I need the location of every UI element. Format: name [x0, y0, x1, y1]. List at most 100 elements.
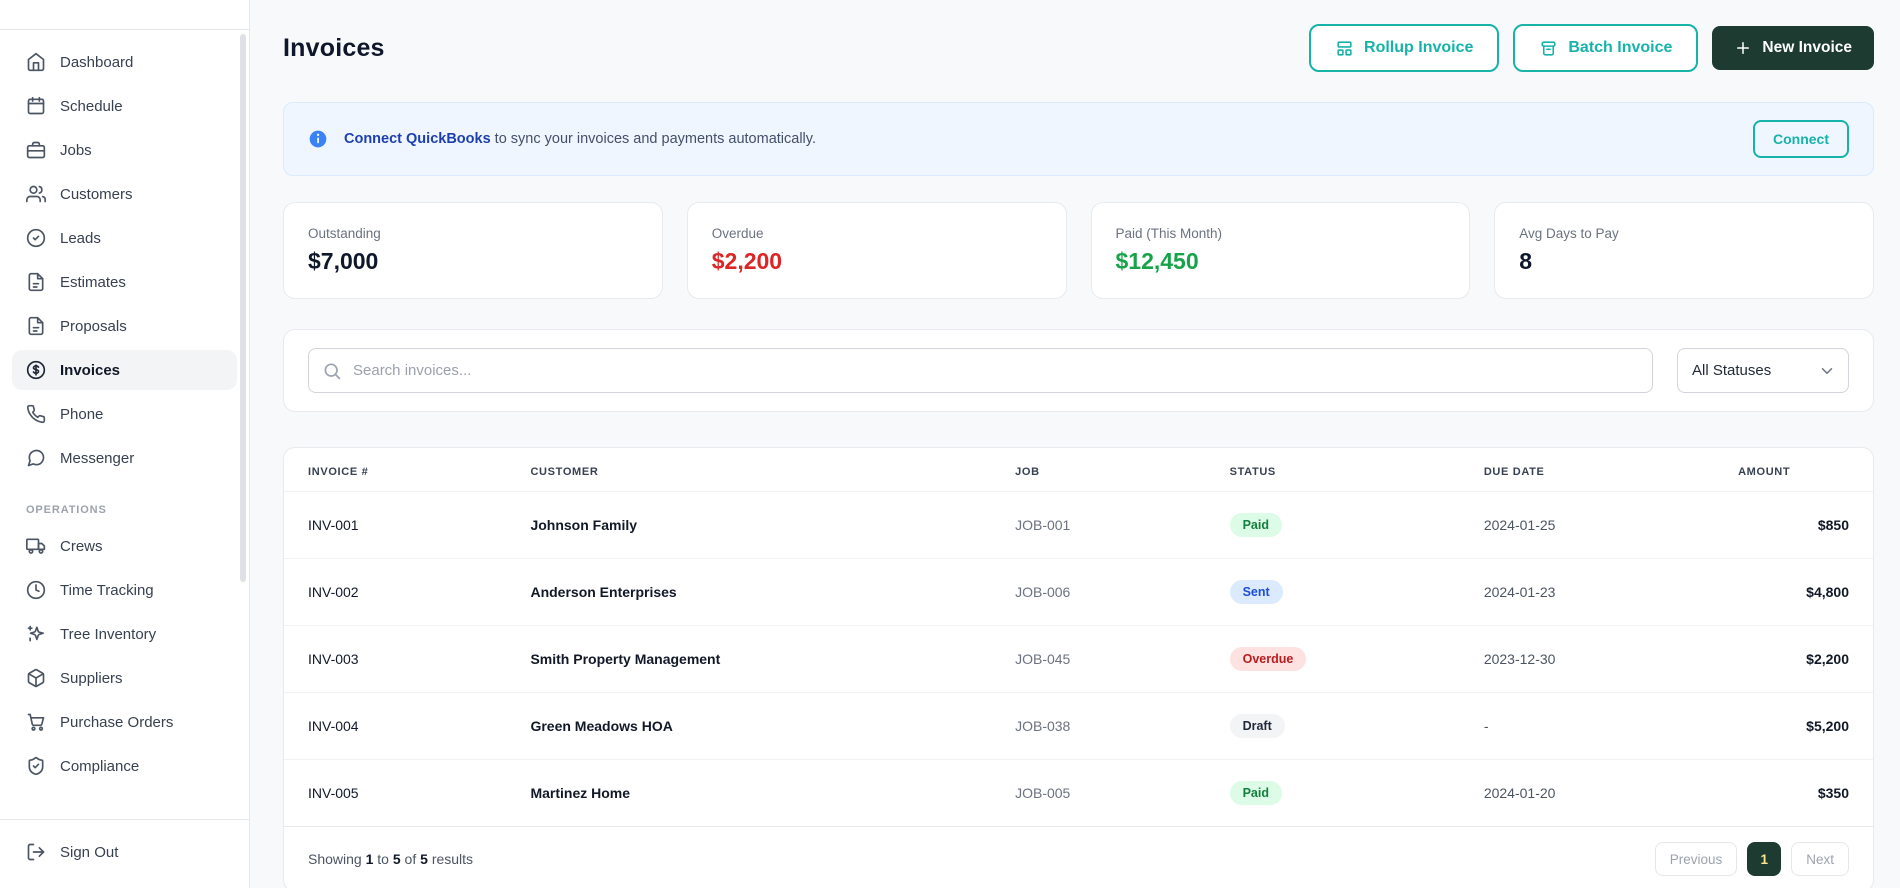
sidebar-item-dashboard[interactable]: Dashboard [12, 42, 237, 82]
quickbooks-banner: Connect QuickBooks to sync your invoices… [283, 102, 1874, 176]
sidebar-item-label: Phone [60, 405, 104, 423]
sidebar-scrollbar[interactable] [240, 34, 246, 582]
customer-cell: Green Meadows HOA [506, 692, 992, 760]
sidebar-item-tree-inventory[interactable]: Tree Inventory [12, 614, 237, 654]
sign-out-label: Sign Out [60, 843, 119, 861]
search-input[interactable] [308, 348, 1653, 393]
job-cell: JOB-001 [991, 491, 1206, 559]
rollup-icon [1335, 39, 1354, 58]
job-cell: JOB-005 [991, 759, 1206, 826]
rollup-invoice-button[interactable]: Rollup Invoice [1309, 24, 1500, 72]
table-header-row: INVOICE # CUSTOMER JOB STATUS DUE DATE A… [284, 448, 1873, 492]
table-row[interactable]: INV-004 Green Meadows HOA JOB-038 Draft … [284, 692, 1873, 760]
current-page-button[interactable]: 1 [1747, 842, 1782, 876]
invoice-number-cell: INV-003 [284, 625, 507, 693]
job-cell: JOB-006 [991, 558, 1206, 626]
batch-invoice-button[interactable]: Batch Invoice [1513, 24, 1699, 72]
stat-value: $12,450 [1115, 248, 1199, 274]
due-date-cell: 2024-01-25 [1459, 491, 1715, 559]
sidebar-item-label: Messenger [60, 449, 135, 467]
sidebar-item-purchase-orders[interactable]: Purchase Orders [12, 702, 237, 742]
sidebar-item-label: Suppliers [60, 669, 123, 687]
status-badge: Draft [1229, 714, 1285, 738]
sidebar-item-label: Jobs [60, 141, 92, 159]
invoice-number-cell: INV-004 [284, 692, 507, 760]
amount-cell: $350 [1714, 759, 1873, 826]
column-header-invoice: INVOICE # [308, 466, 369, 478]
banner-message: Connect QuickBooks to sync your invoices… [344, 131, 1737, 147]
amount-cell: $2,200 [1714, 625, 1873, 693]
customer-cell: Martinez Home [506, 759, 992, 826]
column-header-customer: CUSTOMER [530, 466, 599, 478]
document-icon [26, 272, 46, 292]
sidebar-item-schedule[interactable]: Schedule [12, 86, 237, 126]
stat-value: 8 [1519, 248, 1533, 274]
sidebar-item-messenger[interactable]: Messenger [12, 438, 237, 478]
sidebar-item-label: Dashboard [60, 53, 134, 71]
sidebar-item-label: Estimates [60, 273, 126, 291]
sidebar-item-estimates[interactable]: Estimates [12, 262, 237, 302]
status-filter-select[interactable]: All Statuses [1677, 348, 1849, 393]
briefcase-icon [26, 140, 46, 160]
table-row[interactable]: INV-001 Johnson Family JOB-001 Paid 2024… [284, 491, 1873, 559]
pagination: Previous 1 Next [1654, 842, 1849, 876]
stat-label: Overdue [711, 226, 764, 241]
page-header: Invoices Rollup Invoice Batch Invoice Ne… [283, 24, 1874, 72]
clock-icon [26, 580, 46, 600]
status-cell: Paid [1205, 759, 1460, 826]
status-cell: Sent [1205, 558, 1460, 626]
sidebar-nav: Dashboard Schedule Jobs Customers Leads … [0, 30, 249, 819]
sidebar-item-label: Compliance [60, 757, 140, 775]
connect-button[interactable]: Connect [1753, 120, 1849, 158]
table-row[interactable]: INV-005 Martinez Home JOB-005 Paid 2024-… [284, 759, 1873, 826]
new-invoice-button[interactable]: New Invoice [1712, 26, 1874, 70]
customer-cell: Johnson Family [506, 491, 992, 559]
stat-value: $2,200 [711, 248, 783, 274]
dollar-circle-icon [26, 360, 46, 380]
amount-cell: $5,200 [1714, 692, 1873, 760]
stat-card-outstanding: Outstanding $7,000 [283, 202, 663, 299]
due-date-cell: 2024-01-23 [1459, 558, 1715, 626]
due-date-cell: - [1459, 692, 1715, 760]
stat-label: Avg Days to Pay [1519, 226, 1619, 241]
sidebar-item-label: Purchase Orders [60, 713, 174, 731]
document-icon [26, 316, 46, 336]
banner-bold-text: Connect QuickBooks [344, 131, 491, 147]
sparkles-icon [26, 624, 46, 644]
log-out-icon [26, 842, 46, 862]
sidebar-item-customers[interactable]: Customers [12, 174, 237, 214]
customer-cell: Smith Property Management [506, 625, 992, 693]
sidebar-item-suppliers[interactable]: Suppliers [12, 658, 237, 698]
due-date-cell: 2023-12-30 [1459, 625, 1715, 693]
sidebar-item-leads[interactable]: Leads [12, 218, 237, 258]
sidebar-item-crews[interactable]: Crews [12, 526, 237, 566]
chat-icon [26, 448, 46, 468]
sidebar-top-divider [0, 0, 249, 30]
sidebar-item-proposals[interactable]: Proposals [12, 306, 237, 346]
new-invoice-label: New Invoice [1762, 39, 1852, 56]
stat-card-paid: Paid (This Month) $12,450 [1090, 202, 1471, 299]
table-row[interactable]: INV-002 Anderson Enterprises JOB-006 Sen… [284, 558, 1873, 626]
next-page-button[interactable]: Next [1791, 842, 1849, 876]
header-actions: Rollup Invoice Batch Invoice New Invoice [1309, 24, 1874, 72]
sidebar-item-jobs[interactable]: Jobs [12, 130, 237, 170]
table-footer: Showing 1 to 5 of 5 results Previous 1 N… [284, 826, 1873, 888]
sidebar-item-label: Leads [60, 229, 101, 247]
sidebar-item-compliance[interactable]: Compliance [12, 746, 237, 786]
check-circle-icon [26, 228, 46, 248]
sidebar-item-label: Time Tracking [60, 581, 154, 599]
sidebar-item-invoices[interactable]: Invoices [12, 350, 237, 390]
package-icon [26, 668, 46, 688]
sidebar-item-phone[interactable]: Phone [12, 394, 237, 434]
previous-page-button[interactable]: Previous [1654, 842, 1738, 876]
phone-icon [26, 404, 46, 424]
invoices-table: INVOICE # CUSTOMER JOB STATUS DUE DATE A… [284, 448, 1873, 826]
table-row[interactable]: INV-003 Smith Property Management JOB-04… [284, 625, 1873, 693]
invoices-table-card: INVOICE # CUSTOMER JOB STATUS DUE DATE A… [283, 447, 1874, 888]
plus-icon [1734, 39, 1752, 57]
stat-label: Outstanding [308, 226, 381, 241]
column-header-amount: AMOUNT [1738, 466, 1791, 478]
search-box [308, 348, 1653, 393]
sign-out-button[interactable]: Sign Out [12, 832, 237, 872]
sidebar-item-time-tracking[interactable]: Time Tracking [12, 570, 237, 610]
